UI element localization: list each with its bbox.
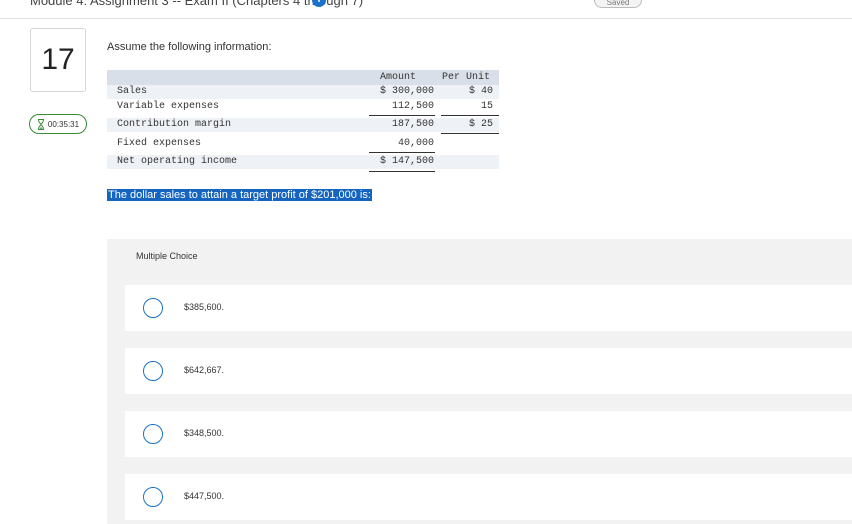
header-amount: Amount [379,72,416,83]
row-amount: $ 147,500 [379,156,434,167]
underline [369,115,435,116]
row-per-unit: $ 40 [468,86,493,97]
table-row: Fixed expenses 40,000 [107,137,499,151]
radio-button[interactable] [143,424,163,444]
choice-label: $348,500. [184,428,225,438]
choice-option[interactable]: $642,667. [125,348,852,394]
row-label: Fixed expenses [117,138,202,149]
row-label: Sales [117,86,148,97]
row-per-unit: 15 [480,101,493,112]
radio-button[interactable] [143,298,163,318]
choice-option[interactable]: $348,500. [125,411,852,457]
timer-badge: 00:35:31 [29,114,87,134]
hourglass-icon [37,118,44,130]
radio-button[interactable] [143,487,163,507]
row-label: Contribution margin [117,119,232,130]
target-question: The dollar sales to attain a target prof… [107,189,372,201]
timer-text: 00:35:31 [47,119,80,129]
choice-label: $642,667. [184,365,225,375]
choice-label: $447,500. [184,491,225,501]
radio-button[interactable] [143,361,163,381]
question-prompt: Assume the following information: [107,41,272,53]
question-number: 17 [30,28,86,92]
header-per-unit: Per Unit [441,72,490,83]
double-underline [369,171,435,172]
multiple-choice-title: Multiple Choice [136,251,198,261]
choice-label: $385,600. [184,302,225,312]
row-label: Net operating income [117,156,238,167]
table-row: Variable expenses 112,500 15 [107,100,499,114]
table-row: Contribution margin 187,500 $ 25 [107,118,499,132]
choice-option[interactable]: $385,600. [125,285,852,331]
top-bar: Module 4: Assignment 3 -- Exam II (Chapt… [0,0,852,19]
multiple-choice-panel: Multiple Choice $385,600. $642,667. $348… [107,239,852,524]
saved-badge: Saved [594,0,642,8]
row-label: Variable expenses [117,101,220,112]
table-row: Sales $ 300,000 $ 40 [107,85,499,99]
choice-option[interactable]: $447,500. [125,474,852,520]
row-amount: 40,000 [397,138,434,149]
row-amount: 187,500 [391,119,434,130]
table-row: Net operating income $ 147,500 [107,155,499,169]
row-per-unit: $ 25 [468,119,493,130]
row-amount: $ 300,000 [379,86,434,97]
row-amount: 112,500 [391,101,434,112]
underline [369,152,435,153]
underline [441,133,499,134]
underline [441,115,499,116]
table-header: Amount Per Unit [107,71,499,85]
